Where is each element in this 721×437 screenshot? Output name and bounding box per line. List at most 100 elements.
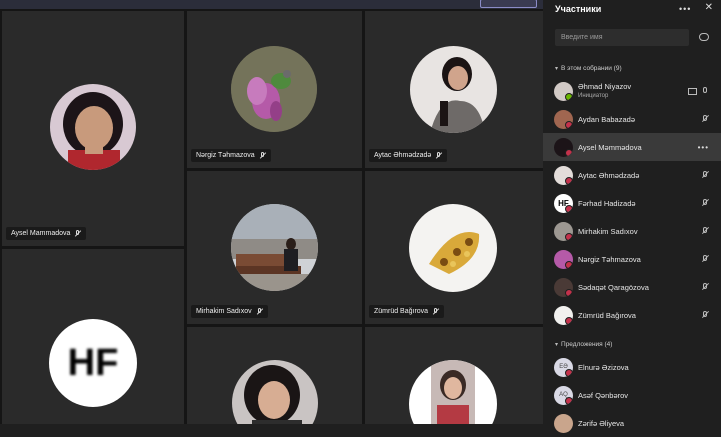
- video-tile-farhad[interactable]: HF: [2, 249, 184, 424]
- mic-off-icon: [259, 152, 266, 159]
- avatar: [409, 360, 497, 424]
- participant-row[interactable]: Aysel Məmmədova •••: [543, 133, 721, 161]
- status-indicator: [565, 204, 573, 213]
- avatar: AQ: [554, 385, 573, 405]
- status-indicator: [565, 92, 573, 101]
- name-tag: Aysel Mammadova: [6, 227, 87, 240]
- participant-row[interactable]: Sədaqət Qaragözova: [543, 273, 721, 301]
- avatar: HF: [49, 319, 137, 407]
- avatar: [231, 204, 318, 291]
- status-indicator: [565, 260, 573, 269]
- participant-row[interactable]: Aydan Babazadə: [543, 105, 721, 133]
- status-indicator: [565, 316, 573, 325]
- name-tag: Mirhakim Sadıxov: [191, 305, 268, 318]
- avatar: [554, 81, 573, 101]
- participant-row[interactable]: HF Fərhad Hadizadə: [543, 189, 721, 217]
- participant-row[interactable]: Nərgiz Təhmazova: [543, 245, 721, 273]
- mic-off-icon: [701, 227, 709, 235]
- video-tile-aytac[interactable]: Aytac Əhmədzadə: [365, 11, 543, 168]
- toolbar-button[interactable]: [480, 0, 537, 8]
- avatar: [50, 84, 136, 170]
- participant-name: Zümrüd Bağırova: [374, 308, 429, 315]
- name-tag: Zümrüd Bağırova: [369, 305, 445, 318]
- video-tile-aysel[interactable]: Aysel Mammadova: [2, 11, 184, 246]
- participant-row[interactable]: Əhmad Niyazov Инициатор: [543, 77, 721, 105]
- suggestions-section-header[interactable]: ▾ Предложения (4): [555, 341, 612, 348]
- video-tile-nargiz[interactable]: Nərgiz Təhmazova: [187, 11, 362, 168]
- status-indicator: [565, 120, 573, 129]
- suggestion-row[interactable]: Zərifə Əliyeva: [543, 409, 721, 437]
- participant-role: Инициатор: [578, 93, 609, 99]
- video-tile-participant[interactable]: [187, 327, 362, 424]
- participant-name: Nərgiz Təhmazova: [196, 152, 255, 159]
- status-indicator: [565, 176, 573, 185]
- mic-off-icon: [701, 255, 709, 263]
- participant-name: Elnurə Əzizova: [578, 362, 629, 372]
- avatar-initials: HF: [67, 341, 119, 384]
- mic-off-icon: [701, 311, 709, 319]
- participant-name: Aysel Məmmədova: [578, 142, 642, 152]
- close-icon[interactable]: ✕: [705, 2, 713, 13]
- mic-off-icon: [701, 199, 709, 207]
- suggestion-row[interactable]: AQ Asəf Qənbərov: [543, 381, 721, 409]
- avatar: [554, 413, 573, 433]
- participant-row[interactable]: Aytac Əhmədzadə: [543, 161, 721, 189]
- more-icon[interactable]: •••: [698, 143, 709, 152]
- mic-off-icon: [701, 283, 709, 291]
- mic-off-icon: [432, 308, 439, 315]
- more-icon[interactable]: •••: [679, 4, 691, 14]
- status-indicator: [565, 368, 573, 377]
- share-link-icon[interactable]: [699, 33, 709, 41]
- section-label: Предложения (4): [561, 341, 613, 348]
- mic-off-icon: [701, 115, 709, 123]
- avatar: [554, 137, 573, 157]
- participant-name: Mirhakim Sadıxov: [196, 308, 252, 315]
- name-tag: Nərgiz Təhmazova: [191, 149, 271, 162]
- avatar: [554, 221, 573, 241]
- participant-row[interactable]: Zümrüd Bağırova: [543, 301, 721, 329]
- video-grid: Aysel Mammadova Nərgiz Təhmazova Aytac Ə…: [0, 0, 543, 424]
- in-meeting-section-header[interactable]: ▾ В этом собрании (9): [555, 65, 622, 72]
- status-indicator: [565, 148, 573, 157]
- mic-off-icon: [74, 230, 81, 237]
- avatar: EƏ: [554, 357, 573, 377]
- mic-icon: [701, 87, 709, 95]
- mic-off-icon: [435, 152, 442, 159]
- participant-name: Aytac Əhmədzadə: [374, 152, 432, 159]
- participants-panel: Участники ••• ✕ ▾ В этом собрании (9) Əh…: [543, 0, 721, 433]
- video-tile-participant[interactable]: [365, 327, 543, 424]
- search-input[interactable]: [555, 29, 689, 46]
- mic-off-icon: [701, 171, 709, 179]
- name-tag: Aytac Əhmədzadə: [369, 149, 448, 162]
- mic-off-icon: [256, 308, 263, 315]
- chevron-down-icon: ▾: [555, 66, 559, 72]
- participant-name: Asəf Qənbərov: [578, 390, 629, 400]
- panel-title: Участники: [555, 4, 602, 14]
- video-tile-mirhakim[interactable]: Mirhakim Sadıxov: [187, 171, 362, 324]
- avatar: [409, 204, 497, 292]
- avatar: HF: [554, 193, 573, 213]
- screen-share-icon: [688, 87, 697, 95]
- avatar: [554, 165, 573, 185]
- avatar: [554, 249, 573, 269]
- participant-name: Sədaqət Qaragözova: [578, 282, 649, 292]
- meeting-toolbar: [0, 0, 543, 9]
- participant-name: Fərhad Hadizadə: [578, 198, 636, 208]
- avatar: [232, 360, 318, 424]
- participant-name: Aysel Mammadova: [11, 230, 71, 237]
- participant-name: Aytac Əhmədzadə: [578, 170, 640, 180]
- avatar: [554, 305, 573, 325]
- video-tile-zumrud[interactable]: Zümrüd Bağırova: [365, 171, 543, 324]
- status-indicator: [565, 232, 573, 241]
- suggestion-row[interactable]: EƏ Elnurə Əzizova: [543, 353, 721, 381]
- participant-name: Aydan Babazadə: [578, 114, 635, 124]
- participant-row[interactable]: Mirhakim Sadıxov: [543, 217, 721, 245]
- participant-name: Zərifə Əliyeva: [578, 418, 625, 428]
- status-indicator: [565, 396, 573, 405]
- participant-name: Zümrüd Bağırova: [578, 310, 636, 320]
- avatar: [554, 277, 573, 297]
- avatar: [231, 46, 317, 132]
- chevron-down-icon: ▾: [555, 342, 559, 348]
- participant-name: Mirhakim Sadıxov: [578, 226, 638, 236]
- participant-name: Əhmad Niyazov: [578, 82, 632, 91]
